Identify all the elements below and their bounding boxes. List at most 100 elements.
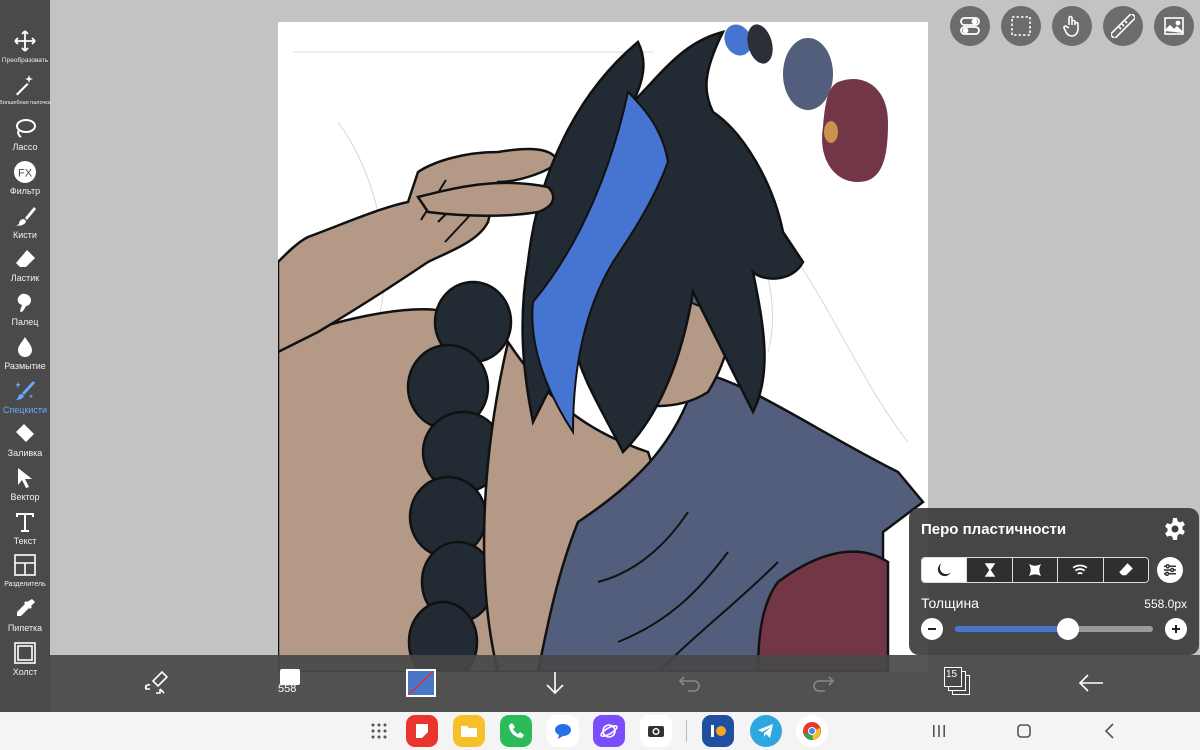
layers-button[interactable]: 15 — [944, 667, 972, 697]
undo-icon — [678, 676, 700, 692]
touch-hand-icon — [1063, 15, 1079, 37]
app-messages[interactable] — [547, 715, 579, 747]
mode-wave[interactable] — [1058, 558, 1104, 582]
arrow-left-icon — [1078, 674, 1103, 692]
hourglass-mode-icon — [984, 563, 995, 577]
brush-icon — [12, 203, 38, 229]
brush-mode-selector — [921, 557, 1149, 583]
tool-special-brush[interactable]: Спецкисти — [0, 378, 50, 422]
download-button[interactable] — [537, 665, 573, 701]
recents-button[interactable] — [926, 718, 952, 744]
tool-eyedropper[interactable]: Пипетка — [0, 596, 50, 640]
tool-vector[interactable]: Вектор — [0, 465, 50, 509]
eraser-mode-icon — [1119, 563, 1133, 576]
wave-mode-icon — [1073, 564, 1088, 575]
tool-filter[interactable]: FX Фильтр — [0, 159, 50, 203]
vector-arrow-icon — [12, 465, 38, 491]
tool-label: Заливка — [7, 448, 43, 459]
tool-divider[interactable]: Разделитель — [0, 552, 50, 596]
tool-label: Разделитель — [4, 581, 46, 589]
mode-moon[interactable] — [922, 558, 968, 582]
top-right-buttons — [950, 6, 1194, 46]
mode-eraser[interactable] — [1103, 558, 1148, 582]
brush-size-indicator[interactable]: 558 — [276, 669, 304, 697]
notes-app-icon — [416, 724, 428, 738]
thickness-label: Толщина — [921, 595, 979, 611]
tool-brush[interactable]: Кисти — [0, 203, 50, 247]
ibispaint-icon — [711, 725, 726, 737]
thickness-value: 558.0px — [1144, 597, 1187, 611]
ruler-button[interactable] — [1103, 6, 1143, 46]
brush-eraser-swap-icon — [144, 670, 169, 694]
color-slash-icon — [408, 671, 434, 695]
phone-icon — [509, 723, 524, 738]
tool-magic-wand[interactable]: Волшебная палочка — [0, 72, 51, 116]
home-button[interactable] — [1011, 718, 1037, 744]
artwork — [278, 24, 925, 672]
app-files[interactable] — [453, 715, 485, 747]
app-ibispaint[interactable] — [702, 715, 734, 747]
tool-canvas[interactable]: Холст — [0, 640, 50, 684]
blur-drop-icon — [12, 334, 38, 360]
toggle-button[interactable] — [950, 6, 990, 46]
tool-label: Лассо — [12, 142, 38, 153]
left-toolbar: Преобразовать Волшебная палочка Лассо FX… — [0, 0, 51, 712]
app-telegram[interactable] — [750, 715, 782, 747]
redo-icon — [813, 676, 835, 692]
undo-button[interactable] — [672, 665, 708, 701]
plus-icon — [1172, 625, 1180, 633]
home-square-icon — [1017, 724, 1031, 738]
tool-label: Текст — [13, 535, 37, 546]
tool-eraser[interactable]: Ластик — [0, 246, 50, 290]
tool-transform[interactable]: Преобразовать — [0, 28, 50, 72]
drawing-canvas[interactable] — [278, 22, 928, 672]
sliders-icon — [1164, 564, 1176, 576]
ruler-icon — [1111, 14, 1135, 38]
lasso-icon — [12, 115, 38, 141]
app-phone[interactable] — [500, 715, 532, 747]
layer-count-value: 15 — [946, 669, 958, 680]
tool-text[interactable]: Текст — [0, 509, 50, 553]
gear-icon[interactable] — [1163, 517, 1187, 541]
move-icon — [12, 28, 38, 54]
thickness-decrease-button[interactable] — [921, 618, 943, 640]
thickness-slider[interactable] — [955, 618, 1153, 640]
mode-hourglass[interactable] — [967, 558, 1013, 582]
arrow-down-icon — [546, 672, 564, 695]
app-camera[interactable] — [640, 715, 672, 747]
thickness-increase-button[interactable] — [1165, 618, 1187, 640]
special-brush-icon — [12, 378, 38, 404]
app-drawer-button[interactable] — [366, 718, 392, 744]
toggle-icon — [960, 17, 980, 35]
tool-label: Пипетка — [7, 622, 43, 633]
tool-fill[interactable]: Заливка — [0, 421, 50, 465]
redo-button[interactable] — [805, 665, 841, 701]
back-button[interactable] — [1073, 665, 1109, 701]
planet-icon — [600, 724, 618, 738]
magic-wand-icon — [12, 72, 38, 98]
image-icon — [1164, 17, 1184, 35]
text-icon — [12, 509, 38, 535]
chevron-left-icon — [1104, 723, 1114, 739]
selection-button[interactable] — [1001, 6, 1041, 46]
tool-smudge[interactable]: Палец — [0, 290, 50, 334]
tool-label: Фильтр — [9, 186, 41, 197]
slider-fill — [955, 626, 1068, 632]
tool-blur[interactable]: Размытие — [0, 334, 50, 378]
current-color-button[interactable] — [406, 669, 436, 697]
mode-shape[interactable] — [1012, 558, 1059, 582]
brush-options-button[interactable] — [1157, 557, 1183, 583]
app-chrome[interactable] — [796, 715, 828, 747]
tool-label: Ластик — [10, 273, 40, 284]
image-button[interactable] — [1154, 6, 1194, 46]
bottom-toolbar: 558 15 — [50, 655, 1200, 712]
tool-label: Преобразовать — [1, 57, 49, 64]
tool-lasso[interactable]: Лассо — [0, 115, 50, 159]
app-flipboard[interactable] — [406, 715, 438, 747]
slider-thumb[interactable] — [1056, 618, 1079, 640]
touch-button[interactable] — [1052, 6, 1092, 46]
nav-back-button[interactable] — [1097, 718, 1123, 744]
swap-tool-button[interactable] — [138, 665, 174, 701]
app-browser[interactable] — [593, 715, 625, 747]
moon-mode-icon — [938, 563, 951, 577]
